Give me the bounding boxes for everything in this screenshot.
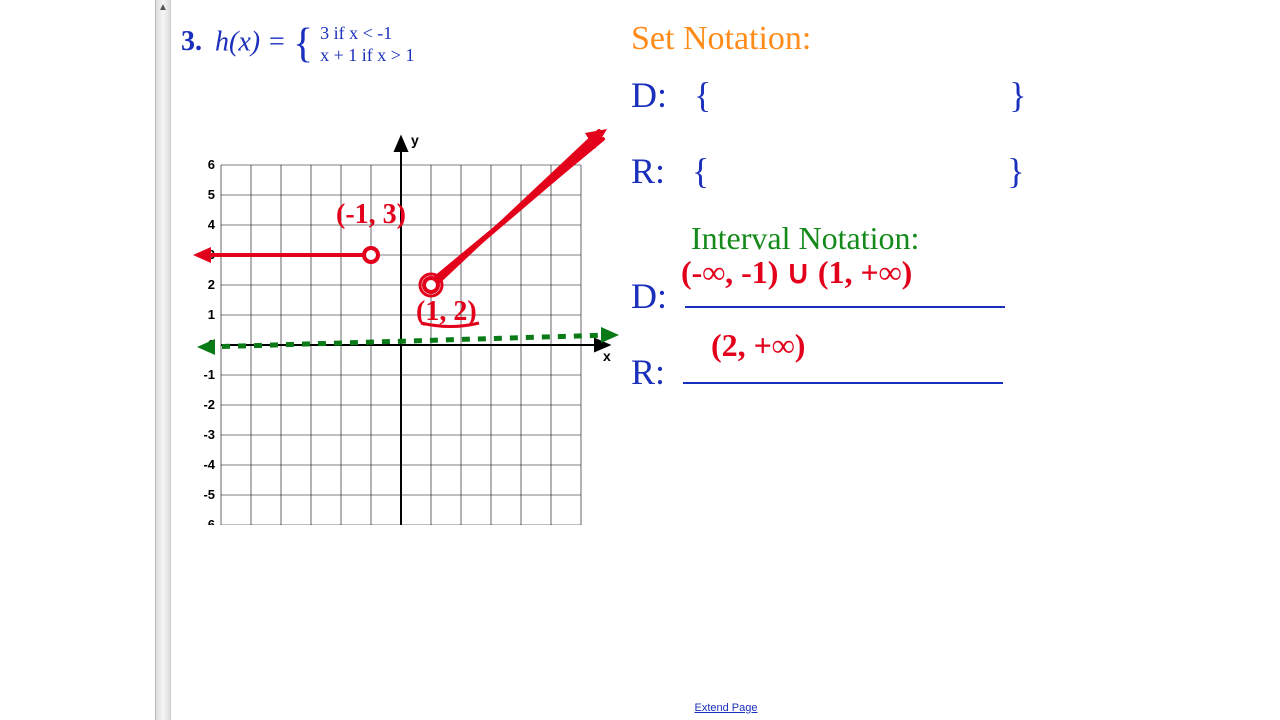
- svg-text:-4: -4: [203, 457, 215, 472]
- scroll-up-icon[interactable]: ▲: [157, 2, 169, 14]
- range-close-brace: }: [1007, 151, 1024, 191]
- domain-interval-row: D: (-∞, -1) ∪ (1, +∞): [631, 275, 1211, 317]
- y-axis-label: y: [411, 132, 419, 148]
- domain-close-brace: }: [1009, 75, 1026, 115]
- range-set-row: R: { }: [631, 150, 1211, 192]
- graph-annotation-2: (1, 2): [416, 296, 477, 327]
- domain-open-brace: {: [694, 75, 711, 115]
- range-interval-label: R:: [631, 352, 665, 392]
- piece-2: x + 1 if x > 1: [320, 45, 414, 65]
- piecewise-pieces: 3 if x < -1 x + 1 if x > 1: [320, 22, 414, 66]
- svg-text:-5: -5: [203, 487, 215, 502]
- range-label: R:: [631, 151, 665, 191]
- notation-panel: Set Notation: D: { } R: { } Interval Not…: [631, 20, 1211, 393]
- set-notation-title: Set Notation:: [631, 20, 1211, 58]
- range-interval-row: R: (2, +∞): [631, 351, 1211, 393]
- x-axis-label: x: [603, 348, 611, 364]
- range-interval-blank: [683, 372, 1003, 384]
- problem-heading: 3. h(x) = { 3 if x < -1 x + 1 if x > 1: [181, 20, 414, 68]
- domain-label: D:: [631, 75, 667, 115]
- domain-set-row: D: { }: [631, 74, 1211, 116]
- extend-page-link[interactable]: Extend Page: [695, 702, 758, 714]
- svg-text:2: 2: [208, 277, 215, 292]
- scrollbar-left[interactable]: ▲: [155, 0, 171, 720]
- domain-interval-label: D:: [631, 276, 667, 316]
- piecewise-brace: {: [293, 21, 313, 67]
- svg-text:-3: -3: [203, 427, 215, 442]
- domain-interval-answer: (-∞, -1) ∪ (1, +∞): [681, 253, 912, 291]
- piece-1: 3 if x < -1: [320, 23, 392, 43]
- graph-annotation-1: (-1, 3): [336, 199, 406, 230]
- graph-svg: y x -6 -5 -4 -3 -2 -1 0 1 2 3 4 5 6 6 5: [181, 95, 621, 525]
- problem-number: 3.: [181, 26, 202, 57]
- svg-text:-1: -1: [203, 367, 215, 382]
- svg-text:1: 1: [208, 307, 215, 322]
- svg-text:6: 6: [208, 157, 215, 172]
- whiteboard-page: 3. h(x) = { 3 if x < -1 x + 1 if x > 1: [170, 0, 1280, 720]
- svg-text:-2: -2: [203, 397, 215, 412]
- function-name: h(x) =: [215, 26, 293, 57]
- svg-text:4: 4: [208, 217, 216, 232]
- coordinate-graph: y x -6 -5 -4 -3 -2 -1 0 1 2 3 4 5 6 6 5: [181, 95, 621, 525]
- domain-interval-blank: [685, 296, 1005, 308]
- range-open-brace: {: [692, 151, 709, 191]
- interval-notation-title: Interval Notation:: [691, 220, 1211, 257]
- svg-text:5: 5: [208, 187, 215, 202]
- range-interval-answer: (2, +∞): [711, 327, 805, 364]
- svg-text:-6: -6: [203, 517, 215, 525]
